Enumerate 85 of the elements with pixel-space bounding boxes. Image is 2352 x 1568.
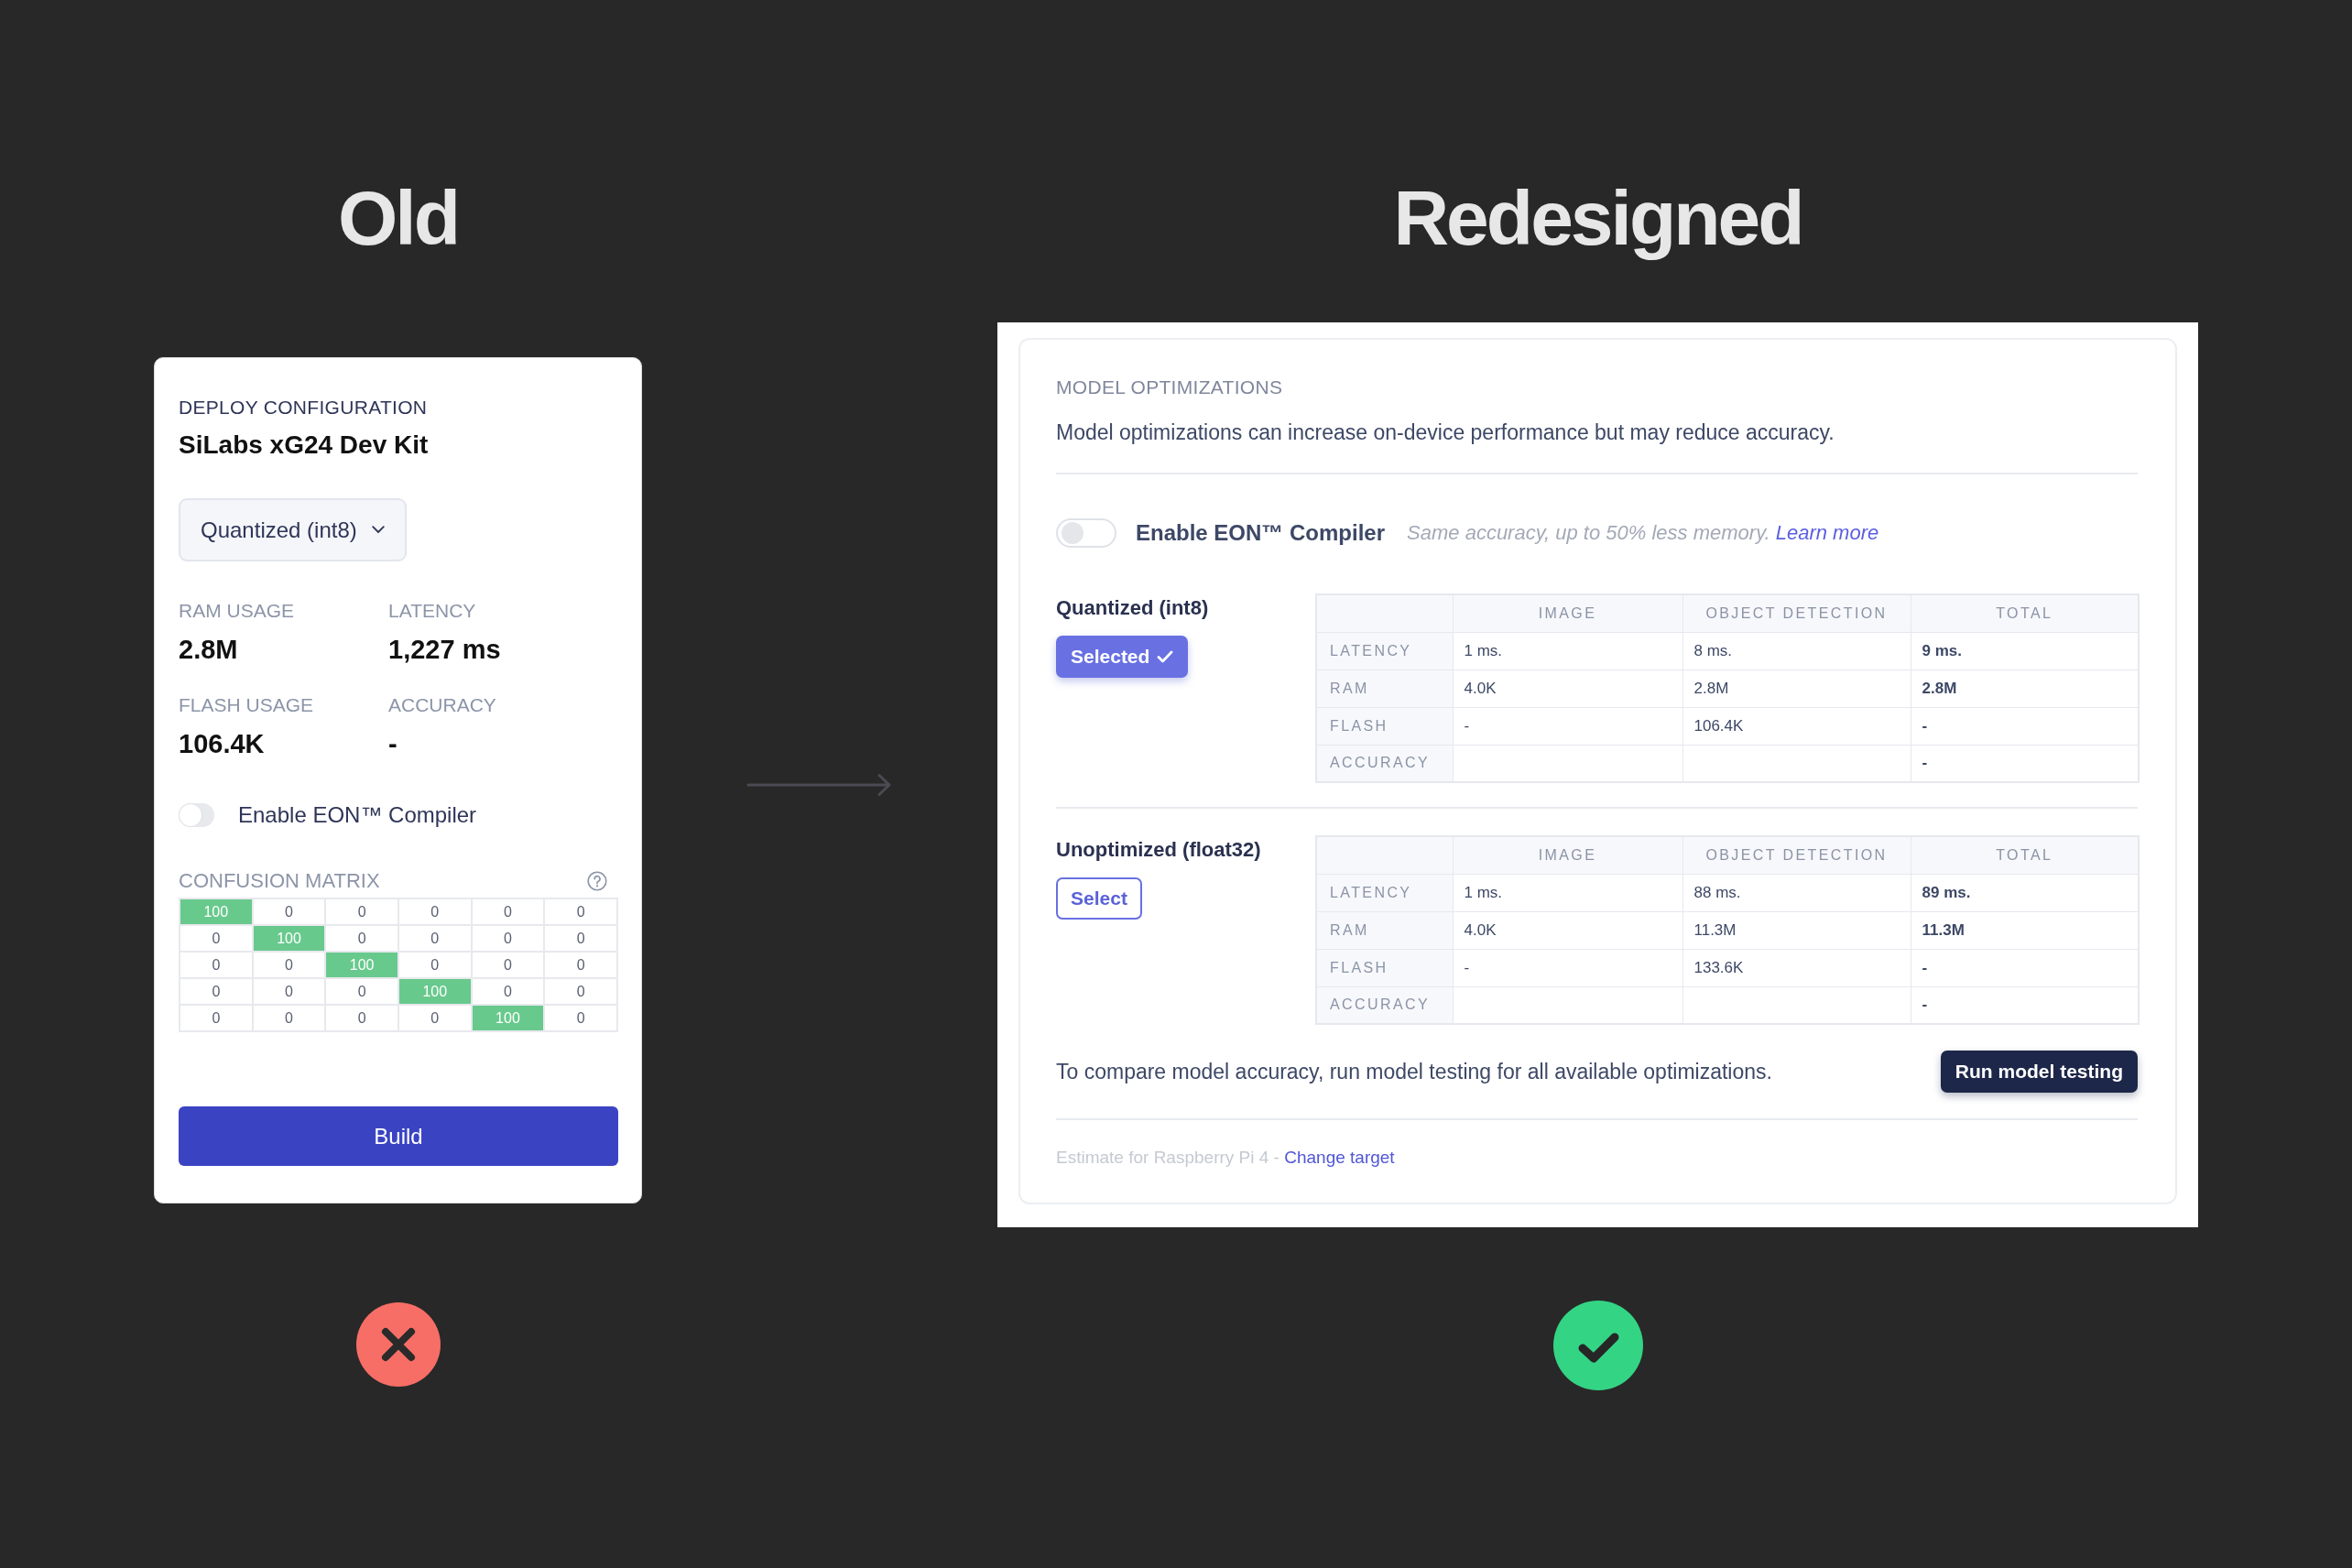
matrix-cell: 0 xyxy=(397,898,472,925)
column-header: IMAGE xyxy=(1453,594,1682,632)
table-cell: 11.3M xyxy=(1682,911,1911,949)
column-header: OBJECT DETECTION xyxy=(1682,836,1911,874)
table-cell: - xyxy=(1453,949,1682,986)
metric-label: ACCURACY xyxy=(388,693,496,717)
option-title: Quantized (int8) xyxy=(1056,595,1209,621)
check-icon xyxy=(1157,650,1174,663)
matrix-cell: 0 xyxy=(397,1005,472,1031)
metric-label: LATENCY xyxy=(388,599,476,623)
matrix-cell: 0 xyxy=(544,952,617,978)
column-header: TOTAL xyxy=(1911,836,2139,874)
row-header: RAM xyxy=(1316,911,1453,949)
option-title: Unoptimized (float32) xyxy=(1056,837,1261,863)
heading: Old xyxy=(338,180,458,256)
row-header: ACCURACY xyxy=(1316,745,1453,782)
table-cell: 4.0K xyxy=(1453,670,1682,707)
footer-text: Estimate for Raspberry Pi 4 - Change target xyxy=(1056,1147,1395,1169)
select-button[interactable]: Selected xyxy=(1056,636,1189,678)
help-icon[interactable] xyxy=(587,871,607,891)
table-cell: - xyxy=(1453,707,1682,745)
arrow-icon xyxy=(746,772,893,798)
matrix-cell: 100 xyxy=(180,898,253,925)
table-cell: 106.4K xyxy=(1682,707,1911,745)
row-header: FLASH xyxy=(1316,949,1453,986)
matrix-cell: 100 xyxy=(471,1005,545,1031)
matrix-cell: 0 xyxy=(180,978,253,1005)
matrix-cell: 0 xyxy=(325,898,398,925)
matrix-cell: 0 xyxy=(544,978,617,1005)
row-header: LATENCY xyxy=(1316,632,1453,670)
metric-label: RAM USAGE xyxy=(179,599,295,623)
table-cell: 4.0K xyxy=(1453,911,1682,949)
chevron-down-icon xyxy=(371,526,385,534)
toggle-label: Enable EON™ Compiler xyxy=(1136,520,1386,546)
metric-value: 1,227 ms xyxy=(388,634,501,665)
table-cell: 88 ms. xyxy=(1682,874,1911,911)
matrix-cell: 0 xyxy=(471,952,545,978)
metric-value: - xyxy=(388,728,397,759)
matrix-cell: 0 xyxy=(252,978,326,1005)
matrix-cell: 0 xyxy=(325,1005,398,1031)
metric-value: 2.8M xyxy=(179,634,238,665)
table-cell: 2.8M xyxy=(1682,670,1911,707)
matrix-cell: 0 xyxy=(180,952,253,978)
matrix-cell: 100 xyxy=(325,952,398,978)
matrix-cell: 0 xyxy=(544,898,617,925)
matrix-cell: 0 xyxy=(180,925,253,952)
table-cell: 133.6K xyxy=(1682,949,1911,986)
matrix-title: CONFUSION MATRIX xyxy=(179,869,380,893)
column-header: OBJECT DETECTION xyxy=(1682,594,1911,632)
note-text: To compare model accuracy, run model testing for all available optimizations. xyxy=(1056,1059,1772,1085)
table-cell: 1 ms. xyxy=(1453,632,1682,670)
matrix-cell: 0 xyxy=(471,898,545,925)
model-dropdown[interactable]: Quantized (int8) xyxy=(179,498,407,561)
matrix-cell: 0 xyxy=(397,925,472,952)
metric-value: 106.4K xyxy=(179,728,265,759)
hint-text: Same accuracy, up to 50% less memory. Learn more xyxy=(1407,521,1879,545)
device-name: SiLabs xG24 Dev Kit xyxy=(179,430,429,461)
matrix-cell: 0 xyxy=(471,925,545,952)
toggle-switch[interactable] xyxy=(179,803,214,827)
select-button[interactable]: Select xyxy=(1056,877,1142,920)
matrix-cell: 0 xyxy=(180,1005,253,1031)
section-label: MODEL OPTIMIZATIONS xyxy=(1056,376,1283,399)
column-header: TOTAL xyxy=(1911,594,2139,632)
matrix-cell: 0 xyxy=(544,925,617,952)
matrix-cell: 100 xyxy=(397,978,472,1005)
row-header: ACCURACY xyxy=(1316,986,1453,1024)
row-header: LATENCY xyxy=(1316,874,1453,911)
section-label: DEPLOY CONFIGURATION xyxy=(179,396,428,419)
metric-label: FLASH USAGE xyxy=(179,693,314,717)
table-cell: 8 ms. xyxy=(1682,632,1911,670)
build-button[interactable]: Build xyxy=(179,1106,618,1166)
column-header: IMAGE xyxy=(1453,836,1682,874)
matrix-cell: 0 xyxy=(325,978,398,1005)
change-target-link[interactable]: Change target xyxy=(1284,1148,1395,1167)
toggle-switch[interactable] xyxy=(1056,518,1116,548)
row-header: FLASH xyxy=(1316,707,1453,745)
matrix-cell: 100 xyxy=(252,925,326,952)
table-cell: 1 ms. xyxy=(1453,874,1682,911)
run-testing-button[interactable]: Run model testing xyxy=(1940,1051,2138,1093)
matrix-cell: 0 xyxy=(252,1005,326,1031)
matrix-cell: 0 xyxy=(544,1005,617,1031)
learn-more-link[interactable]: Learn more xyxy=(1775,521,1879,544)
description-text: Model optimizations can increase on-device performance but may reduce accuracy. xyxy=(1056,419,1835,446)
toggle-label: Enable EON™ Compiler xyxy=(238,802,477,828)
row-header: RAM xyxy=(1316,670,1453,707)
